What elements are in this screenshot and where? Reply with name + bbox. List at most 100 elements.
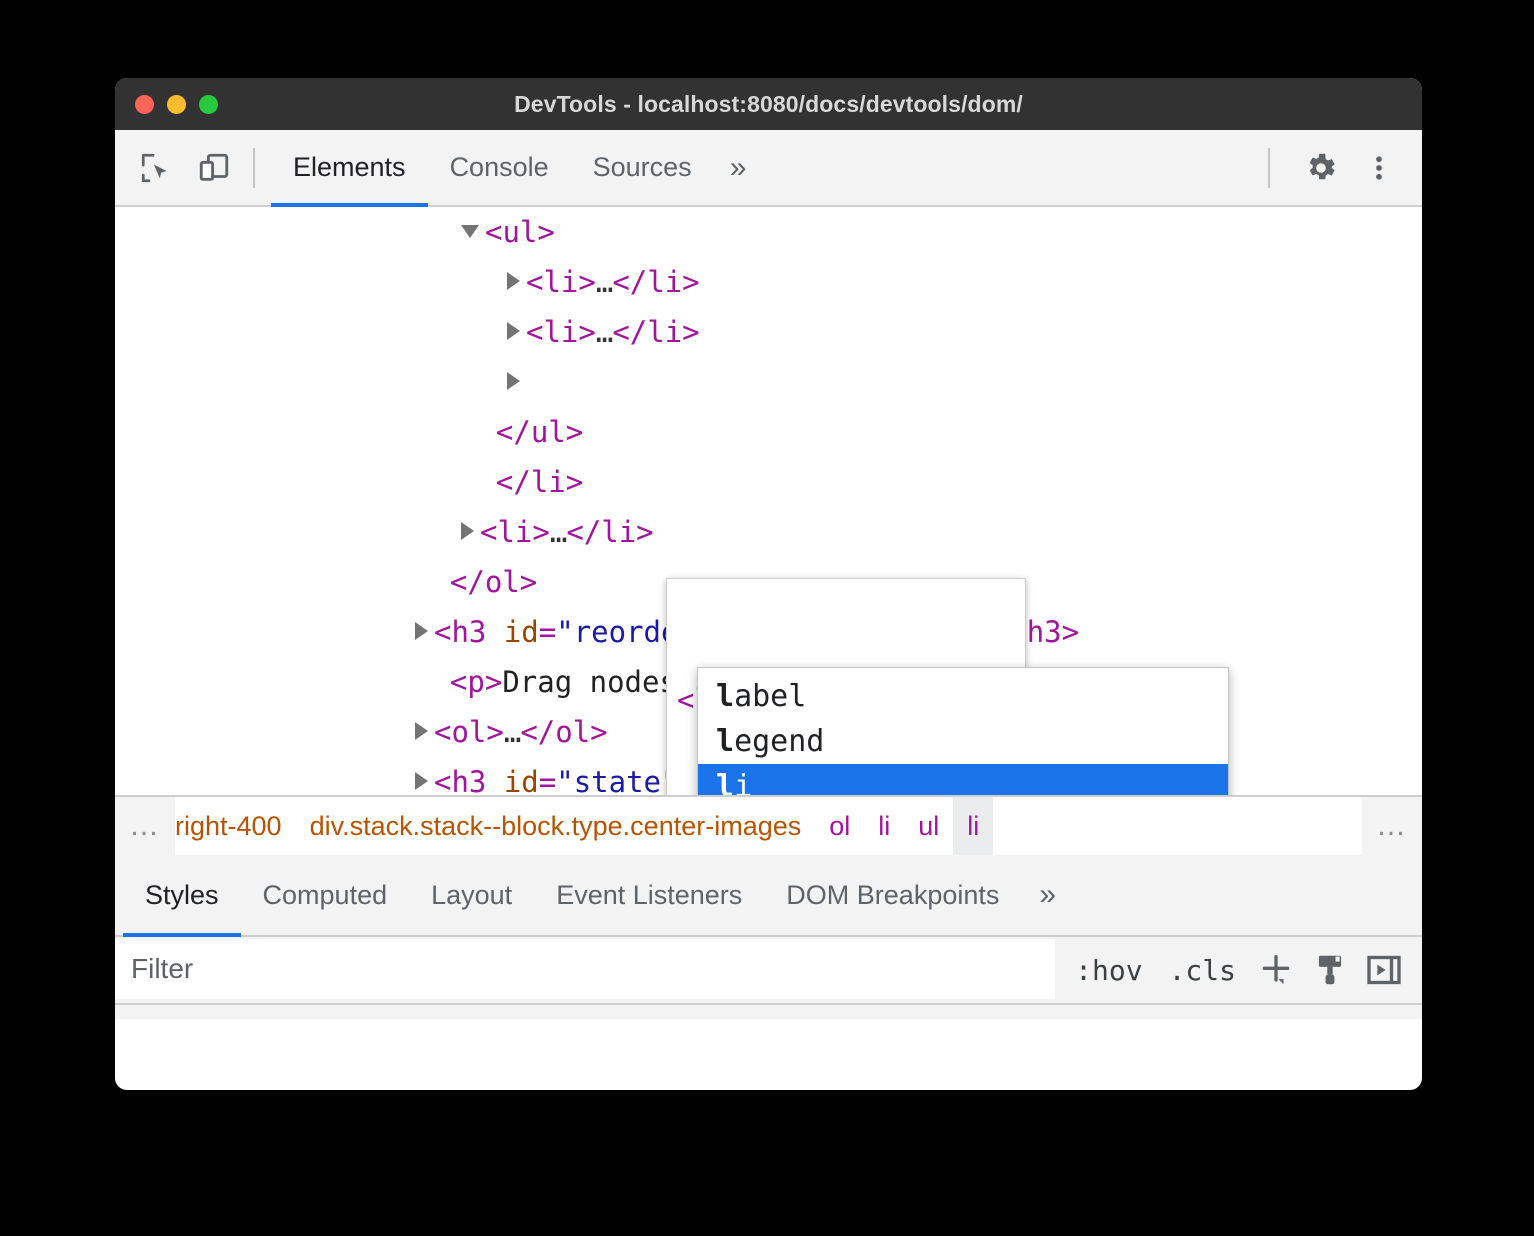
devtools-window: DevTools - localhost:8080/docs/devtools/… xyxy=(115,78,1422,1090)
chevron-right-icon[interactable] xyxy=(415,622,428,640)
tab-styles-label: Styles xyxy=(145,880,219,911)
dom-token-tag: <p> xyxy=(450,665,502,699)
breadcrumb-items: right-400div.stack.stack--block.type.cen… xyxy=(175,797,1362,855)
plus-icon[interactable] xyxy=(1252,946,1300,994)
screenshot-root: DevTools - localhost:8080/docs/devtools/… xyxy=(0,0,1534,1236)
toggle-element-state-button[interactable]: :hov xyxy=(1065,954,1152,987)
dom-token-tag: <li> xyxy=(526,315,596,349)
autocomplete-item-prefix: l xyxy=(716,724,734,759)
autocomplete-item-prefix: l xyxy=(716,679,734,714)
dom-token-tag: </ol> xyxy=(520,715,607,749)
show-sidebar-icon[interactable] xyxy=(1360,946,1408,994)
maximize-window-button[interactable] xyxy=(199,95,218,114)
autocomplete-item-rest: abel xyxy=(734,679,806,714)
traffic-lights xyxy=(135,95,218,114)
devtools-main-toolbar: Elements Console Sources » xyxy=(115,130,1422,207)
breadcrumb-overflow-left[interactable]: … xyxy=(115,797,175,855)
element-classes-button[interactable]: .cls xyxy=(1159,954,1246,987)
autocomplete-item-prefix: l xyxy=(716,769,734,795)
tab-layout-label: Layout xyxy=(431,880,512,911)
kebab-menu-icon[interactable] xyxy=(1356,145,1402,191)
dom-token-tag: <ol> xyxy=(434,715,504,749)
dom-tree-node[interactable]: <ul> xyxy=(115,207,1422,257)
tab-event-listeners[interactable]: Event Listeners xyxy=(534,855,764,935)
tab-dom-breakpoints[interactable]: DOM Breakpoints xyxy=(764,855,1021,935)
dom-token-val: "state" xyxy=(556,765,678,795)
dom-token-attr: id xyxy=(504,765,539,795)
tab-computed[interactable]: Computed xyxy=(241,855,410,935)
toolbar-divider xyxy=(253,148,255,188)
chevron-right-icon[interactable] xyxy=(507,272,520,290)
more-panels-chevron-icon[interactable]: » xyxy=(714,130,763,205)
breadcrumb-overflow-right[interactable]: … xyxy=(1362,797,1422,855)
breadcrumb-item[interactable]: li xyxy=(953,797,993,855)
tab-sources[interactable]: Sources xyxy=(571,130,714,205)
minimize-window-button[interactable] xyxy=(167,95,186,114)
dom-token-tag: </li> xyxy=(612,265,699,299)
toolbar-right-actions xyxy=(1252,130,1422,205)
dom-token-tag: <h3 xyxy=(434,765,504,795)
more-sidebar-tabs-label: » xyxy=(1039,878,1056,912)
indent-spacer xyxy=(461,415,496,449)
more-panels-label: » xyxy=(730,151,747,185)
breadcrumb: … right-400div.stack.stack--block.type.c… xyxy=(115,795,1422,855)
close-window-button[interactable] xyxy=(135,95,154,114)
window-bottom-strip xyxy=(115,1003,1422,1019)
dom-token-ellip: … xyxy=(550,515,566,549)
chevron-right-icon[interactable] xyxy=(507,322,520,340)
styles-toolbar-actions: :hov .cls xyxy=(1055,937,1422,1003)
chevron-right-icon[interactable] xyxy=(415,722,428,740)
chevron-right-icon[interactable] xyxy=(461,522,474,540)
dom-token-tag: </li> xyxy=(612,315,699,349)
more-sidebar-tabs-chevron-icon[interactable]: » xyxy=(1021,855,1074,935)
autocomplete-item[interactable]: li xyxy=(698,764,1228,795)
tab-elements-label: Elements xyxy=(293,152,406,183)
dom-tree-node[interactable]: <li>…</li> xyxy=(115,307,1422,357)
breadcrumb-item[interactable]: ul xyxy=(904,797,953,855)
tab-styles[interactable]: Styles xyxy=(123,855,241,935)
toolbar-divider-right xyxy=(1268,148,1270,188)
chevron-right-icon[interactable] xyxy=(507,372,520,390)
autocomplete-item-rest: egend xyxy=(734,724,824,759)
breadcrumb-item[interactable]: ol xyxy=(815,797,864,855)
dom-tree-panel[interactable]: <ul><li>…</li><li>…</li> </ul> </li><li>… xyxy=(115,207,1422,795)
chevron-down-icon[interactable] xyxy=(461,225,479,238)
dom-tree-node[interactable]: </li> xyxy=(115,457,1422,507)
dom-token-tag: </li> xyxy=(566,515,653,549)
dom-token-tag: <ul> xyxy=(485,215,555,249)
dom-token-tag: </ol> xyxy=(450,565,537,599)
indent-spacer xyxy=(415,565,450,599)
breadcrumb-item[interactable]: right-400 xyxy=(175,797,296,855)
breadcrumb-item[interactable]: div.stack.stack--block.type.center-image… xyxy=(296,797,816,855)
breadcrumb-item[interactable]: li xyxy=(864,797,904,855)
gear-icon[interactable] xyxy=(1298,145,1344,191)
dom-token-tag: <h3 xyxy=(434,615,504,649)
indent-spacer xyxy=(461,465,496,499)
indent-spacer xyxy=(415,665,450,699)
chevron-right-icon[interactable] xyxy=(415,772,428,790)
tab-sources-label: Sources xyxy=(593,152,692,183)
device-toolbar-icon[interactable] xyxy=(191,145,237,191)
search-input[interactable] xyxy=(115,939,1055,999)
dom-token-tag: <li> xyxy=(480,515,550,549)
dom-tree-node[interactable]: </ul> xyxy=(115,407,1422,457)
dom-token-tag: = xyxy=(539,615,556,649)
dom-token-ellip: … xyxy=(504,715,520,749)
tab-elements[interactable]: Elements xyxy=(271,130,428,205)
sidebar-tabs: Styles Computed Layout Event Listeners D… xyxy=(115,855,1422,937)
tab-layout[interactable]: Layout xyxy=(409,855,534,935)
autocomplete-list: labellegendlilink xyxy=(698,674,1228,795)
inspect-element-icon[interactable] xyxy=(133,145,179,191)
tab-event-listeners-label: Event Listeners xyxy=(556,880,742,911)
autocomplete-item[interactable]: label xyxy=(698,674,1228,719)
dom-tree-node[interactable]: <li>…</li> xyxy=(115,257,1422,307)
dom-tree-node[interactable] xyxy=(115,357,1422,407)
tab-console[interactable]: Console xyxy=(428,130,571,205)
dom-tree-node[interactable]: <li>…</li> xyxy=(115,507,1422,557)
autocomplete-popup[interactable]: labellegendlilink xyxy=(697,667,1229,795)
paintbrush-icon[interactable] xyxy=(1306,946,1354,994)
dom-token-tag: </li> xyxy=(496,465,583,499)
dom-token-attr: id xyxy=(504,615,539,649)
autocomplete-item[interactable]: legend xyxy=(698,719,1228,764)
dom-token-ellip: … xyxy=(596,315,612,349)
